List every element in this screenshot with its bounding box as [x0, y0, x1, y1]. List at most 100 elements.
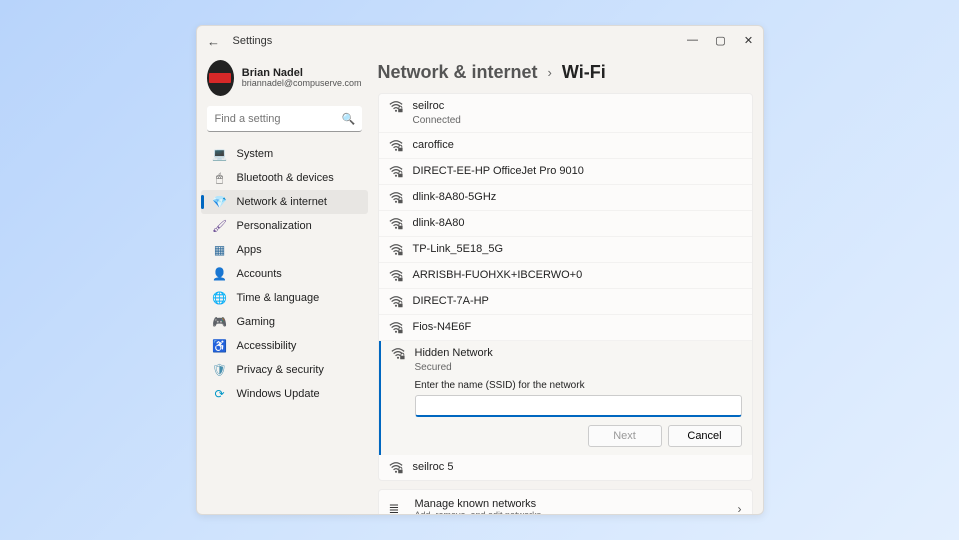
network-item[interactable]: seilroc Connected	[379, 94, 752, 133]
network-text: DIRECT-7A-HP	[413, 294, 742, 309]
network-name: Fios-N4E6F	[413, 320, 742, 335]
network-text: Hidden Network Secured	[415, 346, 742, 374]
wifi-icon	[389, 243, 403, 257]
accessibility-icon: ♿	[213, 339, 227, 353]
sidebar-item-apps[interactable]: ▦ Apps	[201, 238, 368, 262]
breadcrumb-parent[interactable]: Network & internet	[378, 62, 538, 83]
system-icon: 💻	[213, 147, 227, 161]
sidebar: Brian Nadel briannadel@compuserve.com 🔍 …	[197, 56, 372, 514]
close-button[interactable]: ✕	[735, 26, 763, 54]
network-text: Fios-N4E6F	[413, 320, 742, 335]
maximize-button[interactable]: ▢	[707, 26, 735, 54]
windows-update-icon: ⟳	[213, 387, 227, 401]
network-item[interactable]: seilroc 5	[379, 455, 752, 480]
titlebar: ← Settings — ▢ ✕	[197, 26, 763, 56]
cancel-button[interactable]: Cancel	[668, 425, 742, 447]
ssid-input[interactable]	[415, 395, 742, 417]
wifi-icon	[389, 165, 403, 179]
content-row: Brian Nadel briannadel@compuserve.com 🔍 …	[197, 56, 763, 514]
network-status: Connected	[413, 114, 742, 128]
app-title: Settings	[233, 35, 273, 47]
wifi-icon	[389, 461, 403, 475]
network-text: TP-Link_5E18_5G	[413, 242, 742, 257]
network-item[interactable]: DIRECT-EE-HP OfficeJet Pro 9010	[379, 159, 752, 185]
wifi-icon	[389, 100, 403, 114]
network-text: seilroc Connected	[413, 99, 742, 127]
network-name: ARRISBH-FUOHXK+IBCERWO+0	[413, 268, 742, 283]
nav-label: Accessibility	[237, 340, 297, 352]
sidebar-item-accounts[interactable]: 👤 Accounts	[201, 262, 368, 286]
profile-text: Brian Nadel briannadel@compuserve.com	[242, 67, 362, 89]
ssid-prompt: Enter the name (SSID) for the network	[381, 380, 752, 393]
nav-label: Personalization	[237, 220, 312, 232]
network-item[interactable]: dlink-8A80-5GHz	[379, 185, 752, 211]
network-text: DIRECT-EE-HP OfficeJet Pro 9010	[413, 164, 742, 179]
profile-section[interactable]: Brian Nadel briannadel@compuserve.com	[201, 56, 368, 106]
gaming-icon: 🎮	[213, 315, 227, 329]
nav-label: Windows Update	[237, 388, 320, 400]
wifi-icon	[389, 295, 403, 309]
bluetooth-devices-icon: 🖱	[213, 171, 227, 185]
network-item[interactable]: Fios-N4E6F	[379, 315, 752, 341]
sidebar-item-accessibility[interactable]: ♿ Accessibility	[201, 334, 368, 358]
nav-label: Apps	[237, 244, 262, 256]
nav-list: 💻 System🖱 Bluetooth & devices💎 Network &…	[201, 142, 368, 406]
network-item[interactable]: TP-Link_5E18_5G	[379, 237, 752, 263]
apps-icon: ▦	[213, 243, 227, 257]
breadcrumb: Network & internet › Wi-Fi	[378, 56, 753, 93]
wifi-icon	[389, 217, 403, 231]
network-internet-icon: 💎	[213, 195, 227, 209]
network-name: seilroc	[413, 99, 742, 114]
wifi-icon	[389, 139, 403, 153]
known-sub: Add, remove, and edit networks	[415, 510, 728, 514]
network-text: seilroc 5	[413, 460, 742, 475]
network-name: TP-Link_5E18_5G	[413, 242, 742, 257]
network-name: dlink-8A80	[413, 216, 742, 231]
button-row: Next Cancel	[381, 423, 752, 447]
network-item[interactable]: DIRECT-7A-HP	[379, 289, 752, 315]
sidebar-item-privacy-security[interactable]: 🛡 Privacy & security	[201, 358, 368, 382]
sidebar-item-system[interactable]: 💻 System	[201, 142, 368, 166]
sidebar-item-windows-update[interactable]: ⟳ Windows Update	[201, 382, 368, 406]
network-list: seilroc Connected caroffice DIRECT-EE-HP…	[378, 93, 753, 481]
sidebar-item-personalization[interactable]: 🖌 Personalization	[201, 214, 368, 238]
nav-label: Bluetooth & devices	[237, 172, 334, 184]
sidebar-item-time-language[interactable]: 🌐 Time & language	[201, 286, 368, 310]
nav-label: Privacy & security	[237, 364, 324, 376]
network-item[interactable]: dlink-8A80	[379, 211, 752, 237]
network-item[interactable]: ARRISBH-FUOHXK+IBCERWO+0	[379, 263, 752, 289]
sidebar-item-gaming[interactable]: 🎮 Gaming	[201, 310, 368, 334]
network-status: Secured	[415, 361, 742, 375]
sidebar-item-bluetooth-devices[interactable]: 🖱 Bluetooth & devices	[201, 166, 368, 190]
manage-known-networks-card[interactable]: ≣ Manage known networks Add, remove, and…	[378, 489, 753, 514]
time-language-icon: 🌐	[213, 291, 227, 305]
known-text: Manage known networks Add, remove, and e…	[415, 498, 728, 514]
network-item-hidden[interactable]: Hidden Network Secured	[381, 341, 752, 379]
sidebar-item-network-internet[interactable]: 💎 Network & internet	[201, 190, 368, 214]
search-wrap: 🔍	[207, 106, 362, 132]
wifi-icon	[391, 347, 405, 361]
network-name: DIRECT-7A-HP	[413, 294, 742, 309]
network-name: dlink-8A80-5GHz	[413, 190, 742, 205]
nav-label: System	[237, 148, 274, 160]
minimize-button[interactable]: —	[679, 26, 707, 54]
main-panel: Network & internet › Wi-Fi seilroc Conne…	[372, 56, 763, 514]
window-controls: — ▢ ✕	[679, 26, 763, 54]
network-item[interactable]: caroffice	[379, 133, 752, 159]
known-title: Manage known networks	[415, 498, 728, 510]
wifi-icon	[389, 191, 403, 205]
search-input[interactable]	[207, 106, 362, 132]
network-text: dlink-8A80	[413, 216, 742, 231]
network-name: caroffice	[413, 138, 742, 153]
list-icon: ≣	[389, 501, 405, 514]
wifi-icon	[389, 321, 403, 335]
network-text: ARRISBH-FUOHXK+IBCERWO+0	[413, 268, 742, 283]
chevron-right-icon: ›	[548, 65, 552, 80]
back-button[interactable]: ←	[203, 30, 225, 52]
breadcrumb-current: Wi-Fi	[562, 62, 606, 83]
nav-label: Network & internet	[237, 196, 327, 208]
next-button[interactable]: Next	[588, 425, 662, 447]
nav-label: Accounts	[237, 268, 282, 280]
chevron-right-icon: ›	[738, 502, 742, 514]
privacy-security-icon: 🛡	[213, 363, 227, 377]
